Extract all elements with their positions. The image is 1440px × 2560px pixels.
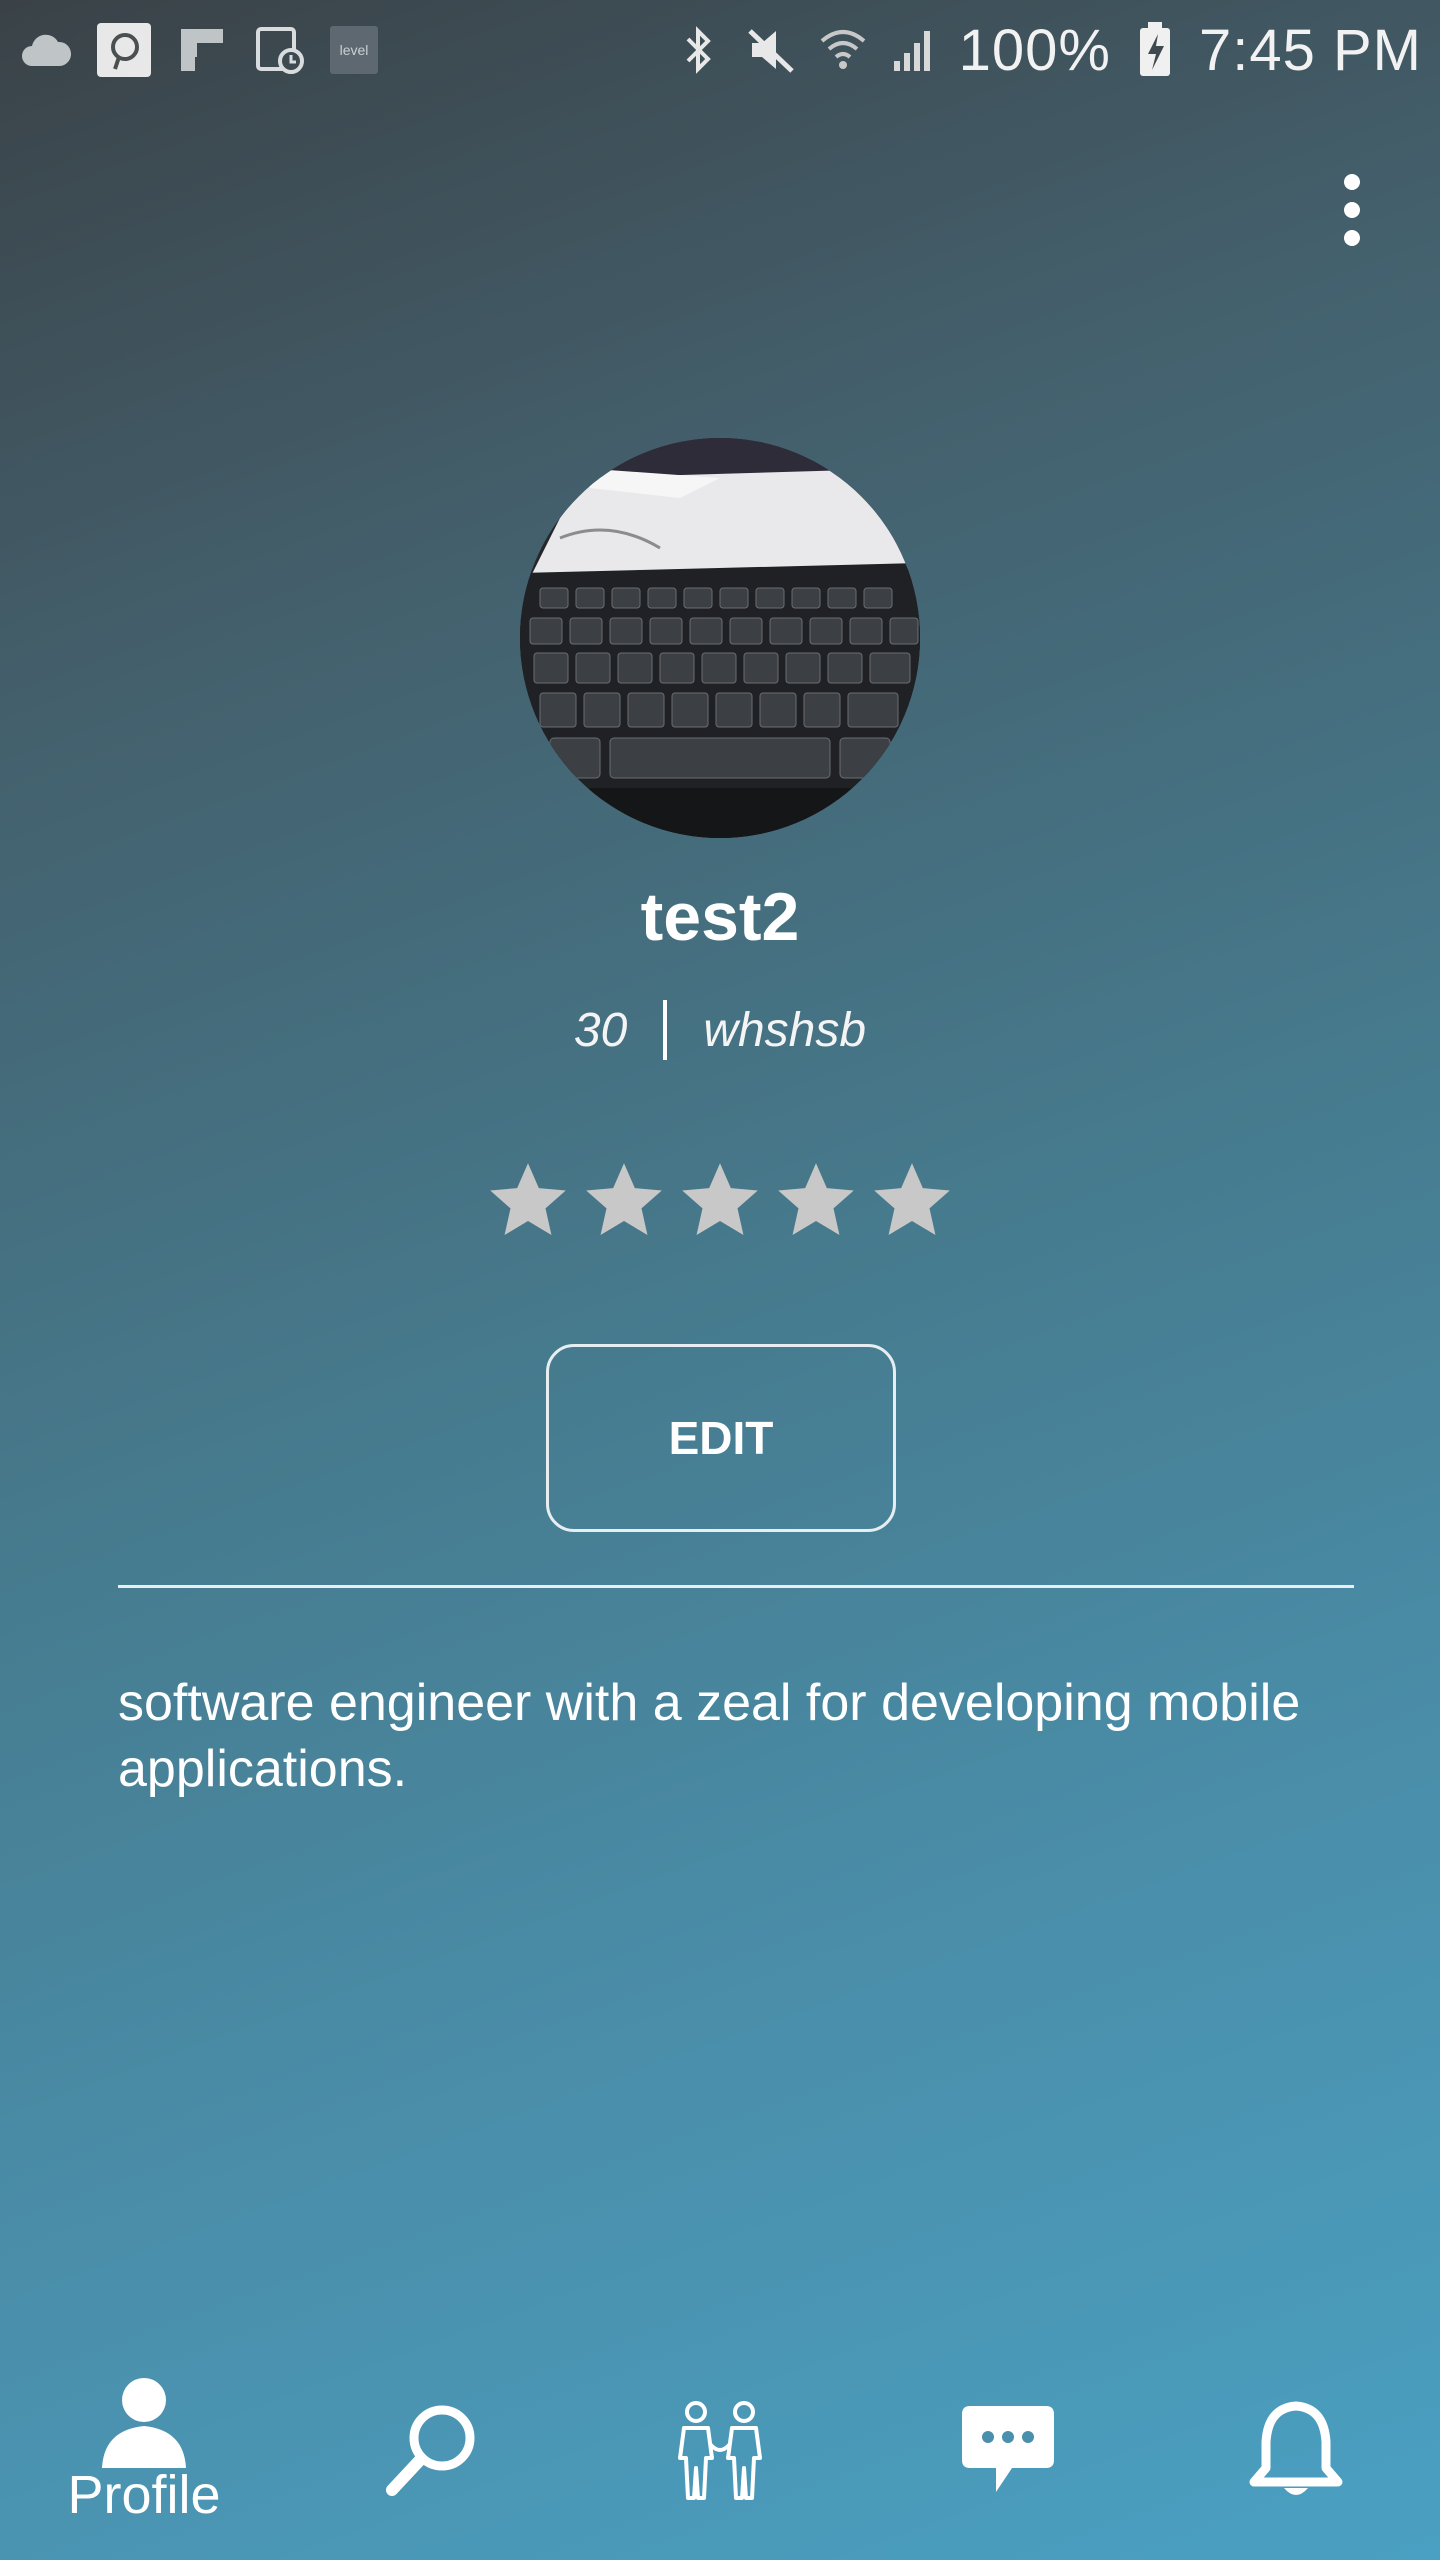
profile-meta: 30 whshsb — [0, 1000, 1440, 1060]
star-icon — [490, 1163, 566, 1235]
bottom-nav: Profile — [0, 2340, 1440, 2560]
flipboard-icon — [174, 22, 230, 78]
search-icon — [386, 2405, 475, 2496]
nav-search[interactable] — [312, 2340, 552, 2560]
people-icon — [678, 2401, 762, 2500]
profile-name: test2 — [640, 879, 800, 955]
more-options-button[interactable] — [1320, 165, 1384, 255]
bell-icon — [1249, 2401, 1343, 2495]
battery-percent: 100% — [958, 17, 1111, 83]
star-icon — [874, 1163, 950, 1235]
nav-notifications[interactable] — [1176, 2340, 1416, 2560]
keyboard-photo-icon — [520, 438, 920, 838]
profile-bio: software engineer with a zeal for develo… — [118, 1674, 1301, 1798]
star-icon — [778, 1163, 854, 1235]
bluetooth-icon — [671, 22, 727, 78]
meta-separator — [663, 1000, 668, 1060]
chat-icon — [962, 2406, 1054, 2492]
nav-people[interactable] — [600, 2340, 840, 2560]
status-left: level — [18, 22, 400, 78]
edit-profile-button[interactable]: EDIT — [546, 1344, 896, 1532]
clock-time: 7:45 PM — [1199, 17, 1422, 83]
status-right: 100% 7:45 PM — [655, 17, 1422, 84]
signal-icon — [887, 22, 943, 78]
person-icon — [102, 2378, 186, 2468]
menu-dot — [1344, 230, 1360, 246]
cloud-icon — [18, 22, 74, 78]
calendar-clock-icon — [252, 22, 308, 78]
nav-messages[interactable] — [888, 2340, 1128, 2560]
wifi-icon — [815, 22, 871, 78]
avatar[interactable] — [520, 438, 920, 838]
star-icon — [586, 1163, 662, 1235]
level-icon: level — [330, 26, 378, 74]
mute-icon — [743, 22, 799, 78]
profile-location: whshsb — [703, 1003, 867, 1057]
profile-age: 30 — [573, 1003, 628, 1057]
pinterest-icon — [96, 22, 152, 78]
nav-profile-label: Profile — [67, 2465, 221, 2525]
rating-stars — [0, 1158, 1440, 1242]
divider — [118, 1585, 1354, 1588]
menu-dot — [1344, 202, 1360, 218]
menu-dot — [1344, 174, 1360, 190]
star-icon — [682, 1163, 758, 1235]
battery-charging-icon — [1127, 22, 1183, 78]
status-bar: level 100% 7:45 PM — [0, 0, 1440, 100]
nav-profile[interactable]: Profile — [24, 2340, 264, 2560]
